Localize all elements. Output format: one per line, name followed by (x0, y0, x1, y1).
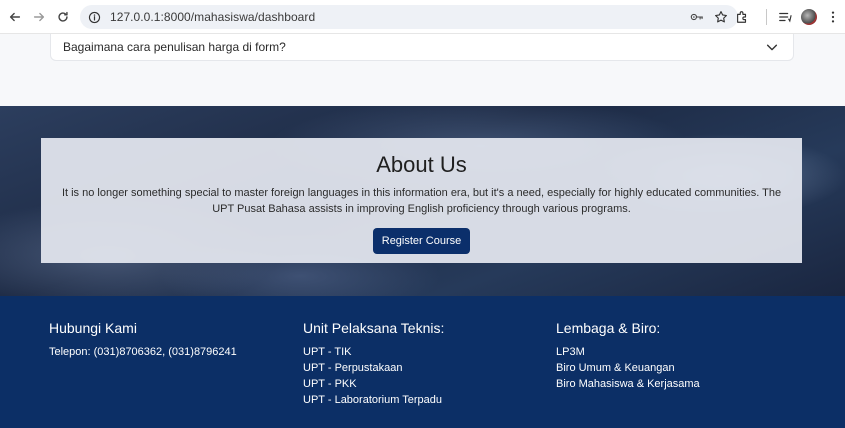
unit-link-tik[interactable]: UPT - TIK (303, 344, 444, 360)
about-text: It is no longer something special to mas… (61, 187, 782, 215)
unit-link-laboratorium[interactable]: UPT - Laboratorium Terpadu (303, 392, 444, 408)
about-card: About Us It is no longer something speci… (41, 138, 802, 263)
units-heading: Unit Pelaksana Teknis: (303, 320, 445, 336)
extensions-icon[interactable] (730, 5, 754, 29)
address-bar[interactable]: 127.0.0.1:8000/mahasiswa/dashboard (80, 5, 738, 29)
footer-contact: Hubungi Kami Telepon: (031)8706362, (031… (49, 320, 237, 360)
forward-arrow-icon[interactable] (27, 5, 51, 29)
toolbar-right (730, 5, 845, 29)
footer: Hubungi Kami Telepon: (031)8706362, (031… (0, 296, 845, 428)
back-arrow-icon[interactable] (3, 5, 27, 29)
nav-buttons (3, 5, 75, 29)
contact-heading: Hubungi Kami (49, 320, 137, 336)
register-course-button[interactable]: Register Course (372, 228, 471, 254)
footer-units: Unit Pelaksana Teknis: UPT - TIK UPT - P… (303, 320, 444, 408)
chevron-down-icon[interactable] (765, 40, 779, 54)
contact-phone: Telepon: (031)8706362, (031)8796241 (49, 346, 237, 358)
institution-link-biro-umum[interactable]: Biro Umum & Keuangan (556, 360, 700, 376)
footer-institutions: Lembaga & Biro: LP3M Biro Umum & Keuanga… (556, 320, 700, 392)
address-bar-actions (688, 8, 730, 26)
institutions-heading: Lembaga & Biro: (556, 320, 661, 336)
avatar-image (801, 9, 817, 25)
about-section: About Us It is no longer something speci… (0, 106, 845, 296)
profile-avatar[interactable] (797, 5, 821, 29)
password-key-icon[interactable] (688, 8, 706, 26)
faq-item[interactable]: Bagaimana cara penulisan harga di form? (50, 34, 794, 61)
bookmark-star-icon[interactable] (712, 8, 730, 26)
toolbar-divider (766, 9, 767, 25)
institution-link-biro-mahasiswa[interactable]: Biro Mahasiswa & Kerjasama (556, 376, 700, 392)
address-url[interactable]: 127.0.0.1:8000/mahasiswa/dashboard (110, 10, 315, 24)
browser-toolbar: 127.0.0.1:8000/mahasiswa/dashboard (0, 0, 845, 34)
site-info-icon[interactable] (85, 8, 103, 26)
reading-list-icon[interactable] (773, 5, 797, 29)
menu-kebab-icon[interactable] (821, 5, 845, 29)
faq-question[interactable]: Bagaimana cara penulisan harga di form? (63, 40, 286, 54)
page-content: Bagaimana cara penulisan harga di form? … (0, 34, 845, 428)
unit-link-pkk[interactable]: UPT - PKK (303, 376, 444, 392)
reload-icon[interactable] (51, 5, 75, 29)
institution-link-lp3m[interactable]: LP3M (556, 344, 700, 360)
unit-link-perpustakaan[interactable]: UPT - Perpustakaan (303, 360, 444, 376)
about-title: About Us (376, 152, 467, 177)
